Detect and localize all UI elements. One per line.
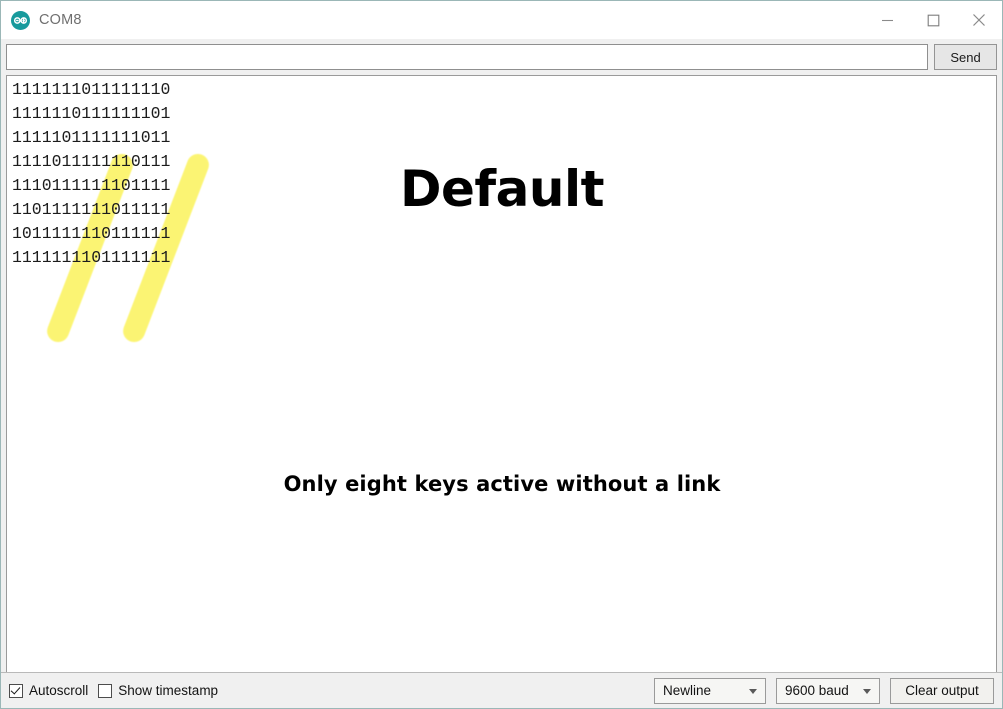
serial-output-area[interactable]: 1111111011111110 1111110111111101 111110… [6, 75, 997, 672]
title-bar: COM8 [1, 1, 1002, 39]
line-ending-value: Newline [663, 683, 712, 698]
clear-output-button[interactable]: Clear output [890, 677, 994, 704]
maximize-button[interactable] [910, 1, 956, 39]
chevron-down-icon [749, 688, 757, 694]
send-button[interactable]: Send [934, 44, 997, 70]
console-canvas: 1111111011111110 1111110111111101 111110… [7, 76, 996, 672]
send-row: Send [1, 39, 1002, 75]
status-bar: Autoscroll Show timestamp Newline 9600 b… [1, 672, 1002, 708]
serial-monitor-window: COM8 Send 1111111011111110 1111110111111… [0, 0, 1003, 709]
title-bar-left: COM8 [1, 10, 82, 30]
window-title: COM8 [39, 12, 82, 28]
baud-rate-select[interactable]: 9600 baud [776, 677, 880, 704]
autoscroll-label: Autoscroll [29, 683, 89, 698]
arduino-logo-icon [11, 10, 30, 30]
chevron-down-icon [863, 688, 871, 694]
minimize-button[interactable] [864, 1, 910, 39]
baud-rate-value: 9600 baud [785, 683, 849, 698]
serial-send-input[interactable] [6, 44, 928, 70]
line-ending-select[interactable]: Newline [654, 677, 766, 704]
overlay-note: Only eight keys active without a link [283, 472, 721, 496]
autoscroll-checkbox-group[interactable]: Autoscroll [9, 683, 88, 698]
show-timestamp-checkbox[interactable] [98, 683, 113, 698]
autoscroll-checkbox[interactable] [9, 683, 23, 698]
show-timestamp-label: Show timestamp [118, 683, 219, 698]
show-timestamp-checkbox-group[interactable]: Show timestamp [98, 683, 218, 698]
overlay-title: Default [399, 160, 605, 218]
close-button[interactable] [956, 1, 1002, 39]
window-controls [864, 1, 1002, 39]
